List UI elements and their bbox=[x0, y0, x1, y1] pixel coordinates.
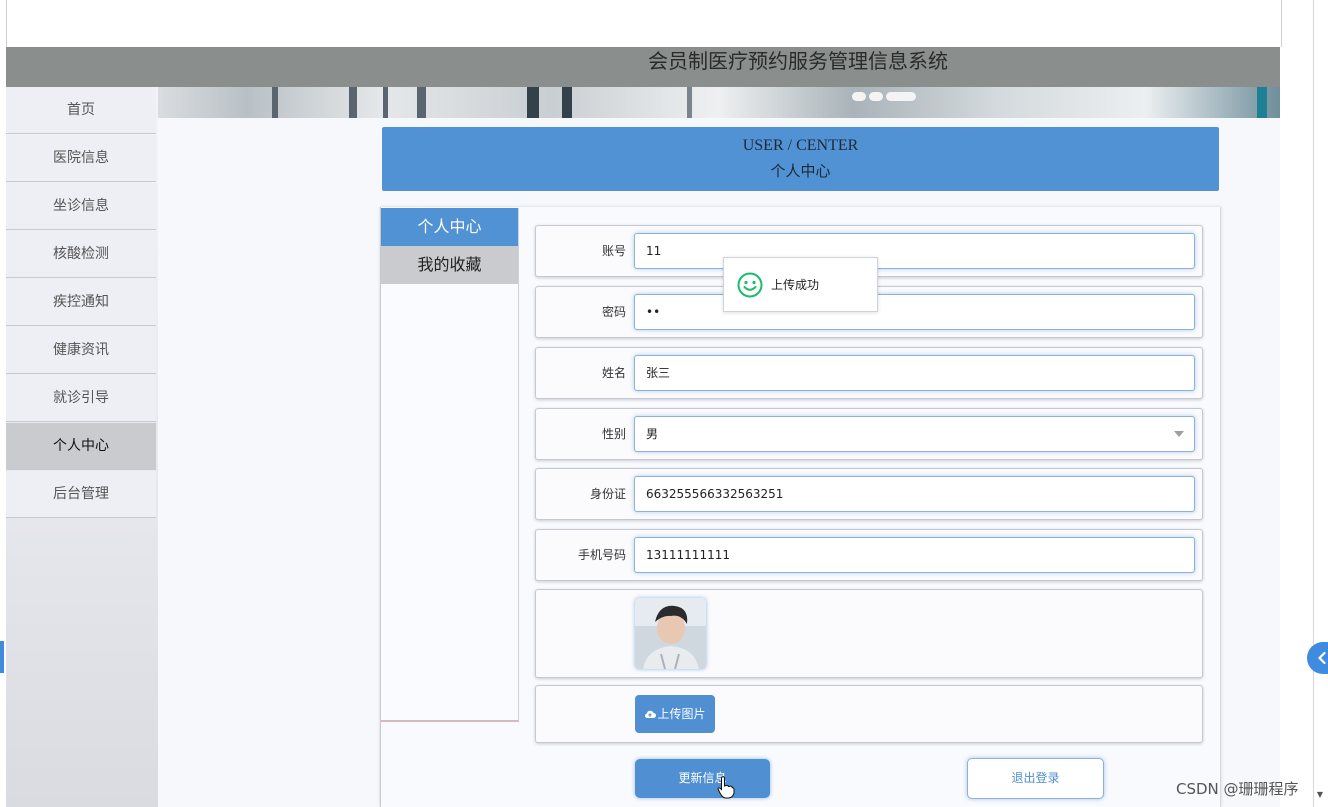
scroll-down-arrow-icon[interactable]: ▼ bbox=[1313, 786, 1327, 804]
avatar[interactable] bbox=[635, 598, 706, 669]
id-card-label: 身份证 bbox=[589, 487, 626, 501]
upload-row: 上传图片 bbox=[535, 685, 1203, 743]
sidebar: 首页 医院信息 坐诊信息 核酸检测 疾控通知 健康资讯 就诊引导 个人中心 后台… bbox=[6, 87, 158, 807]
sidebar-item-clinic-schedule[interactable]: 坐诊信息 bbox=[6, 183, 156, 230]
sidebar-item-admin[interactable]: 后台管理 bbox=[6, 471, 156, 518]
sidebar-item-cdc-notice[interactable]: 疾控通知 bbox=[6, 279, 156, 326]
user-center-banner: USER / CENTER 个人中心 bbox=[382, 127, 1219, 191]
upload-image-label: 上传图片 bbox=[657, 707, 706, 721]
chevron-left-icon bbox=[1317, 651, 1326, 665]
password-label: 密码 bbox=[601, 305, 626, 319]
gender-row: 性别 男 bbox=[535, 408, 1203, 460]
hand-cursor-icon bbox=[717, 776, 735, 799]
phone-field[interactable]: 13111111111 bbox=[634, 537, 1195, 573]
name-label: 姓名 bbox=[601, 366, 626, 380]
sidebar-item-hospital-info[interactable]: 医院信息 bbox=[6, 135, 156, 182]
sidebar-item-health-news[interactable]: 健康资讯 bbox=[6, 327, 156, 374]
password-field[interactable]: •• bbox=[634, 294, 1195, 330]
user-center-title-en: USER / CENTER bbox=[742, 137, 859, 154]
page: 会员制医疗预约服务管理信息系统 首页 医院信息 坐诊信息 核酸检测 疾控通知 健… bbox=[0, 0, 1328, 807]
left-edge-tab bbox=[0, 641, 4, 673]
smile-icon bbox=[737, 272, 763, 298]
gender-label: 性别 bbox=[601, 427, 626, 441]
name-row: 姓名 张三 bbox=[535, 347, 1203, 399]
right-rail bbox=[1282, 0, 1328, 807]
sidebar-item-user-center[interactable]: 个人中心 bbox=[6, 423, 156, 470]
id-card-field[interactable]: 663255566332563251 bbox=[634, 476, 1195, 512]
watermark: CSDN @珊珊程序 bbox=[1176, 780, 1299, 798]
chevron-down-icon bbox=[1174, 431, 1184, 437]
success-toast: 上传成功 bbox=[723, 257, 878, 312]
avatar-row bbox=[535, 589, 1203, 678]
id-card-row: 身份证 663255566332563251 bbox=[535, 468, 1203, 520]
logout-button[interactable]: 退出登录 bbox=[967, 758, 1104, 799]
top-strip bbox=[6, 0, 1282, 47]
sidebar-item-home[interactable]: 首页 bbox=[6, 87, 156, 134]
account-label: 账号 bbox=[601, 244, 626, 258]
upload-image-button[interactable]: 上传图片 bbox=[635, 695, 715, 733]
account-field[interactable]: 11 bbox=[634, 233, 1195, 269]
site-header: 会员制医疗预约服务管理信息系统 bbox=[6, 47, 1280, 87]
sidebar-item-visit-guide[interactable]: 就诊引导 bbox=[6, 375, 156, 422]
site-title: 会员制医疗预约服务管理信息系统 bbox=[648, 49, 948, 73]
update-info-button[interactable]: 更新信息 bbox=[635, 759, 770, 798]
user-center-title-cn: 个人中心 bbox=[770, 164, 831, 180]
gender-value: 男 bbox=[646, 427, 659, 441]
banner-carousel-dots[interactable] bbox=[852, 92, 916, 101]
gender-select[interactable]: 男 bbox=[634, 416, 1195, 452]
phone-row: 手机号码 13111111111 bbox=[535, 529, 1203, 581]
phone-label: 手机号码 bbox=[577, 548, 626, 562]
cloud-upload-icon bbox=[645, 710, 657, 718]
banner-image bbox=[157, 87, 1280, 118]
sidebar-item-nucleic-test[interactable]: 核酸检测 bbox=[6, 231, 156, 278]
profile-tabs: 个人中心 我的收藏 bbox=[381, 208, 519, 722]
tab-favorites[interactable]: 我的收藏 bbox=[381, 246, 518, 284]
name-field[interactable]: 张三 bbox=[634, 355, 1195, 391]
toast-message: 上传成功 bbox=[771, 278, 820, 292]
tab-user-center[interactable]: 个人中心 bbox=[381, 208, 518, 246]
